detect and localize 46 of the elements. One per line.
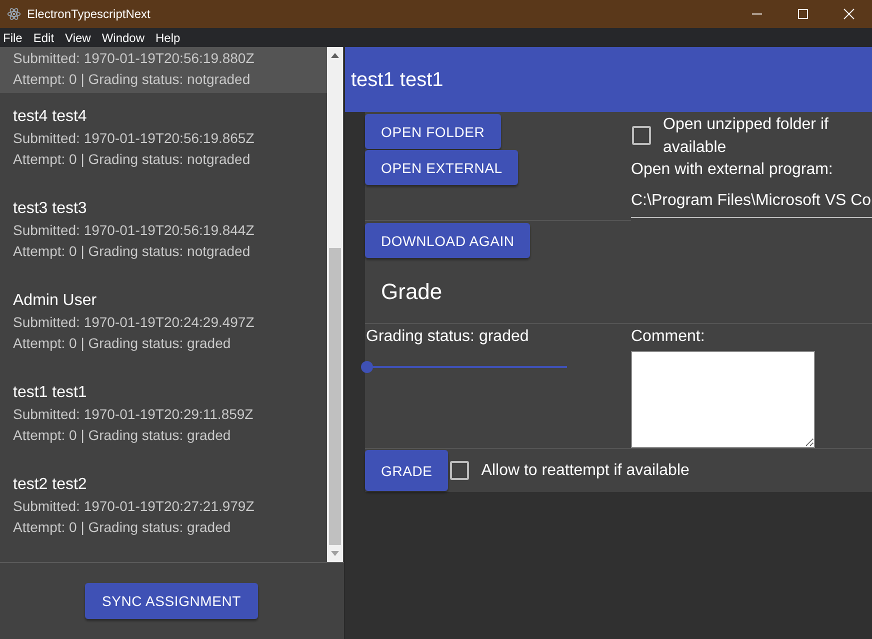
menu-item[interactable]: Edit (33, 30, 54, 44)
student-name: Admin User (13, 291, 98, 311)
checkbox-label: Open unzipped folder if available (663, 115, 830, 158)
student-name: test4 test4 (13, 107, 88, 127)
scrollbar[interactable] (327, 47, 343, 562)
attempt-status: Attempt: 0 | Grading status: graded (13, 518, 232, 537)
sync-assignment-button[interactable]: SYNC ASSIGNMENT (84, 583, 258, 619)
checkbox-label: Allow to reattempt if available (481, 462, 690, 480)
field-label: Open with external program: (631, 160, 834, 180)
menu-item[interactable]: Help (156, 30, 180, 44)
scrollbar-thumb[interactable] (329, 248, 341, 545)
submitted-time: Submitted: 1970-01-19T20:24:29.497Z (13, 313, 256, 332)
open-button[interactable]: OPEN FOLDER (365, 114, 501, 149)
checkbox[interactable] (632, 126, 651, 145)
open-button[interactable]: OPEN EXTERNAL (365, 150, 518, 185)
menu-item[interactable]: File (3, 30, 22, 44)
attempt-status: Attempt: 0 | Grading status: notgraded (13, 150, 252, 169)
submitted-time: Submitted: 1970-01-19T20:56:19.844Z (13, 221, 256, 240)
input-field[interactable]: C:\Program Files\Microsoft VS Co (631, 186, 872, 218)
section-heading: Grade (381, 278, 442, 305)
atom-icon (7, 7, 21, 21)
scroll-down-icon[interactable] (331, 551, 339, 556)
submitted-time: Submitted: 1970-01-19T20:29:11.859Z (13, 405, 254, 424)
download-again-button[interactable]: DOWNLOAD AGAIN (365, 223, 530, 258)
attempt-status: Attempt: 0 | Grading status: notgraded (13, 242, 252, 261)
grade-slider[interactable] (361, 360, 567, 373)
student-name: test1 test1 (13, 383, 88, 403)
window-title: ElectronTypescriptNext (27, 7, 150, 21)
submitted-time: Submitted: 1970-01-19T20:27:21.979Z (13, 497, 256, 516)
checkbox[interactable] (450, 461, 470, 480)
submitted-time: Submitted: 1970-01-19T20:56:19.880Z (13, 49, 256, 68)
attempt-status: Attempt: 0 | Grading status: graded (13, 334, 232, 353)
grade-button[interactable]: GRADE (365, 450, 448, 492)
attempt-status: Attempt: 0 | Grading status: graded (13, 426, 232, 445)
comment-field[interactable] (631, 350, 815, 448)
menu-item[interactable]: View (65, 30, 91, 44)
comment-label: Comment: (631, 326, 706, 347)
student-name: test2 test2 (13, 475, 88, 495)
submitted-time: Submitted: 1970-01-19T20:56:19.865Z (13, 129, 256, 148)
grading-status-label: Grading status: graded (365, 326, 530, 347)
menu-item[interactable]: Window (102, 30, 145, 44)
submission-item[interactable]: Submitted: 1970-01-19T20:56:19.880Z Attempt: 0 | Grading status: notgraded (0, 47, 327, 93)
student-name: test3 test3 (13, 199, 88, 219)
attempt-status: Attempt: 0 | Grading status: notgraded (13, 70, 252, 89)
scroll-up-icon[interactable] (331, 53, 339, 58)
header-title: test1 test1 (351, 69, 444, 92)
